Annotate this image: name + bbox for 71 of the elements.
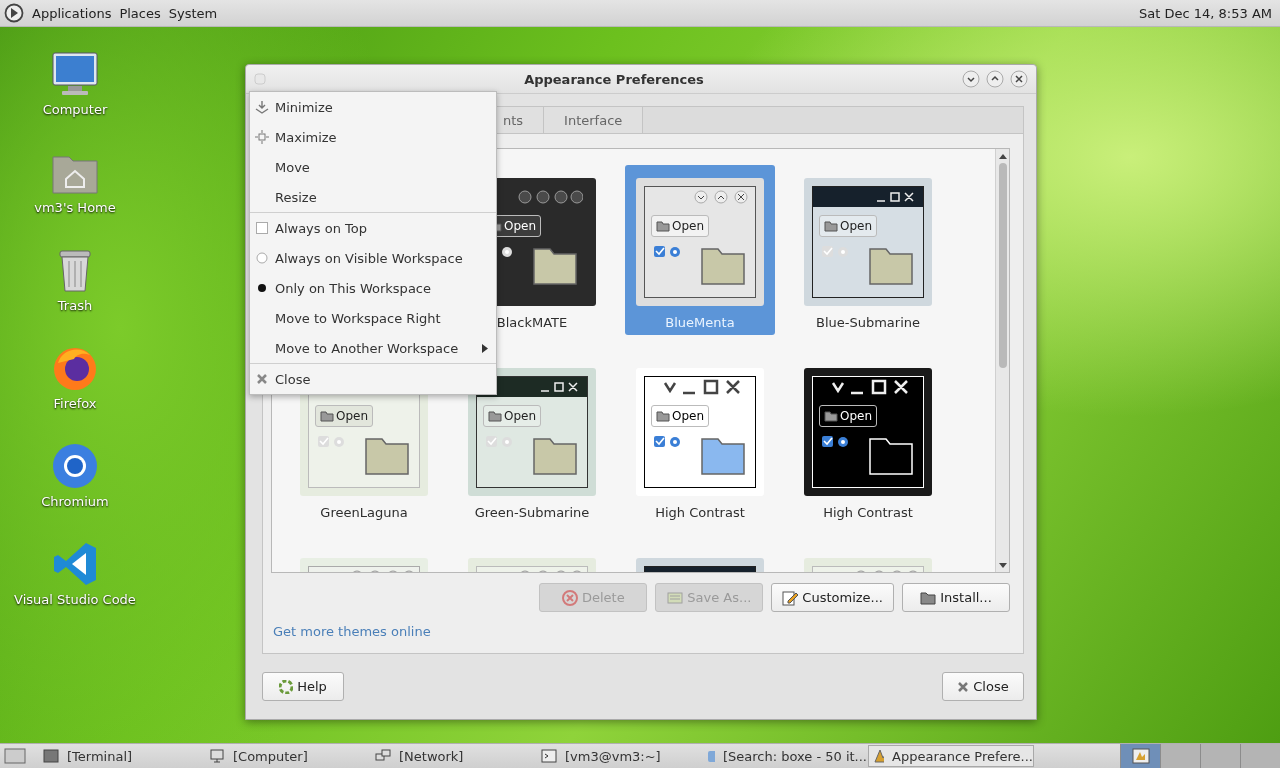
window-menu-icon[interactable]	[254, 73, 266, 85]
close-icon	[256, 373, 268, 385]
network-icon	[375, 748, 391, 764]
radio-button[interactable]	[256, 252, 268, 264]
dialog-button[interactable]: Close	[942, 672, 1024, 701]
minimize-button[interactable]	[962, 70, 980, 88]
menu-item[interactable]: Close	[250, 364, 496, 394]
open-button: Open	[819, 405, 878, 427]
scrollbar[interactable]	[995, 149, 1009, 572]
menu-item[interactable]: Only on This Workspace	[250, 273, 496, 303]
task-button[interactable]: [Network]	[370, 745, 536, 767]
scroll-up-icon[interactable]	[998, 153, 1007, 159]
panel-menu[interactable]: Applications	[32, 5, 112, 21]
task-button[interactable]: [Computer]	[204, 745, 370, 767]
task-button[interactable]: [Search: boxe - 50 it...	[702, 745, 868, 767]
menu-item[interactable]: Resize	[250, 182, 496, 212]
logo-icon[interactable]	[4, 3, 24, 23]
theme-item[interactable]: Open High Contrast	[793, 355, 943, 525]
terminal-icon	[43, 748, 59, 764]
submenu-arrow-icon	[482, 344, 488, 353]
minimize-icon	[255, 100, 269, 114]
checkbox[interactable]	[256, 222, 268, 234]
chromium-icon	[50, 441, 100, 491]
open-button: Open	[483, 405, 542, 427]
delete-icon	[562, 589, 578, 606]
appearance-icon	[873, 748, 885, 764]
themes-link[interactable]: Get more themes online	[273, 624, 431, 639]
tab[interactable]: Interface	[544, 107, 644, 133]
edit-icon	[782, 589, 799, 606]
theme-name: High Contrast	[655, 505, 745, 520]
window-thumbnail-icon	[1131, 748, 1150, 764]
open-button: Open	[315, 405, 374, 427]
theme-item[interactable]: Open BlueMenta	[625, 165, 775, 335]
save-icon	[667, 589, 684, 606]
theme-name: BlackMATE	[496, 315, 568, 330]
theme-name: Blue-Submarine	[816, 315, 920, 330]
clock[interactable]: Sat Dec 14, 8:53 AM	[1139, 5, 1272, 21]
theme-item[interactable]: Open High Contrast	[625, 355, 775, 525]
task-button[interactable]: Appearance Prefere...	[868, 745, 1034, 767]
menu-item[interactable]: Always on Visible Workspace	[250, 243, 496, 273]
open-button: Open	[651, 215, 710, 237]
theme-item[interactable]: Open Blue-Submarine	[793, 165, 943, 335]
radio-button[interactable]	[256, 282, 268, 294]
window-controls-icon	[517, 190, 583, 204]
action-button[interactable]: Install...	[902, 583, 1010, 612]
menu-item[interactable]: Move to Workspace Right	[250, 303, 496, 333]
theme-name: GreenLaguna	[320, 505, 408, 520]
theme-name: High Contrast	[823, 505, 913, 520]
menu-item[interactable]: Move	[250, 152, 496, 182]
scroll-down-icon[interactable]	[998, 563, 1007, 569]
show-desktop-icon[interactable]	[4, 747, 28, 765]
action-button[interactable]: Customize...	[771, 583, 894, 612]
open-button: Open	[651, 405, 710, 427]
theme-name: BlueMenta	[665, 315, 735, 330]
close-button[interactable]	[1010, 70, 1028, 88]
panel-menu[interactable]: Places	[119, 5, 161, 21]
theme-name: Green-Submarine	[474, 505, 590, 520]
window-title: Appearance Preferences	[523, 71, 705, 87]
dialog-button[interactable]: Help	[262, 672, 344, 701]
help-icon	[279, 679, 294, 694]
scrollbar-thumb[interactable]	[998, 163, 1007, 368]
task-button[interactable]: [Terminal]	[38, 745, 204, 767]
panel-menu[interactable]: System	[168, 5, 218, 21]
maximize-icon	[255, 130, 269, 144]
monitor-icon	[209, 748, 225, 764]
open-button: Open	[819, 215, 878, 237]
maximize-button[interactable]	[986, 70, 1004, 88]
close-icon	[957, 680, 970, 693]
terminal-icon	[541, 748, 557, 764]
workspace-button[interactable]	[1120, 744, 1160, 768]
task-button[interactable]: [vm3@vm3:~]	[536, 745, 702, 767]
